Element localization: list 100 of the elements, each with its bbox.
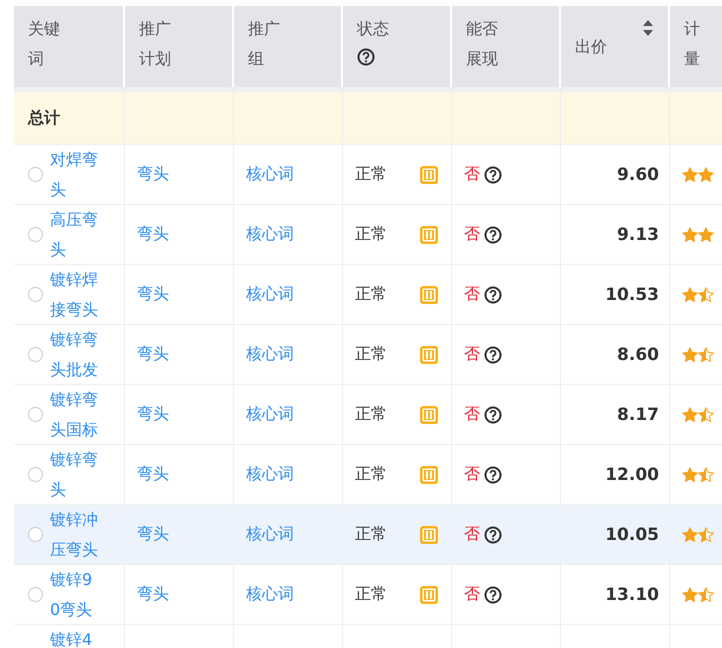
plan-link[interactable]: 弯头: [137, 584, 169, 605]
status-text: 正常: [355, 164, 387, 185]
plan-link[interactable]: 弯头: [137, 164, 169, 185]
help-icon[interactable]: [357, 48, 375, 66]
column-header: 出价: [575, 36, 608, 58]
status-text: 正常: [355, 404, 387, 425]
keyword-link[interactable]: 镀锌冲压弯头: [50, 504, 100, 564]
sort-icon[interactable]: [642, 18, 654, 38]
plan-link[interactable]: 弯头: [137, 284, 169, 305]
radio-button[interactable]: [28, 467, 43, 482]
pause-icon[interactable]: [419, 164, 439, 184]
table-row[interactable]: 镀锌冲压弯头 弯头 核心词 正常 否 10.05: [14, 505, 722, 565]
bid-price: 8.60: [617, 344, 659, 364]
bid-price: 12.00: [605, 464, 659, 484]
help-icon[interactable]: [484, 586, 502, 604]
table-row[interactable]: 镀锌弯头国标 弯头 核心词 正常 否 8.17: [14, 385, 722, 445]
column-header: 词: [28, 48, 45, 70]
pause-icon[interactable]: [419, 464, 439, 484]
display-status: 否: [464, 284, 480, 305]
help-icon[interactable]: [484, 406, 502, 424]
status-text: 正常: [355, 344, 387, 365]
table-row[interactable]: 镀锌弯头批发 弯头 核心词 正常 否 8.60: [14, 325, 722, 385]
bid-price: 10.53: [605, 284, 659, 304]
display-status: 否: [464, 464, 480, 485]
radio-button[interactable]: [28, 227, 43, 242]
plan-link[interactable]: 弯头: [137, 404, 169, 425]
pause-icon[interactable]: [419, 284, 439, 304]
bid-price: 9.13: [617, 224, 659, 244]
column-header: 计: [684, 18, 701, 40]
table-row[interactable]: 镀锌90弯头 弯头 核心词 正常 否 13.10: [14, 565, 722, 625]
display-status: 否: [464, 344, 480, 365]
radio-button[interactable]: [28, 347, 43, 362]
group-link[interactable]: 核心词: [246, 464, 294, 485]
half-star-icon: [698, 586, 714, 602]
radio-button[interactable]: [28, 527, 43, 542]
group-link[interactable]: 核心词: [246, 524, 294, 545]
table-row[interactable]: 高压弯头 弯头 核心词 正常 否 9.13: [14, 205, 722, 265]
radio-button[interactable]: [28, 587, 43, 602]
group-link[interactable]: 核心词: [246, 404, 294, 425]
keyword-link[interactable]: 镀锌弯头国标: [50, 384, 100, 444]
radio-button[interactable]: [28, 287, 43, 302]
pause-icon[interactable]: [419, 524, 439, 544]
status-text: 正常: [355, 284, 387, 305]
plan-link[interactable]: 弯头: [137, 464, 169, 485]
keyword-link[interactable]: 高压弯头: [50, 204, 100, 264]
display-status: 否: [464, 224, 480, 245]
radio-button[interactable]: [28, 407, 43, 422]
display-status: 否: [464, 524, 480, 545]
group-link[interactable]: 核心词: [246, 584, 294, 605]
pause-icon[interactable]: [419, 404, 439, 424]
pause-icon[interactable]: [419, 344, 439, 364]
help-icon[interactable]: [484, 226, 502, 244]
half-star-icon: [698, 526, 714, 542]
pause-icon[interactable]: [419, 584, 439, 604]
group-link[interactable]: 核心词: [246, 164, 294, 185]
keyword-link[interactable]: 镀锌90弯头: [50, 564, 100, 624]
help-icon[interactable]: [484, 166, 502, 184]
status-text: 正常: [355, 464, 387, 485]
keyword-link[interactable]: 镀锌4: [50, 625, 100, 648]
keyword-link[interactable]: 镀锌弯头: [50, 444, 100, 504]
star-icon: [682, 166, 698, 182]
column-header: 展现: [466, 48, 499, 70]
group-link[interactable]: 核心词: [246, 224, 294, 245]
display-status: 否: [464, 164, 480, 185]
help-icon[interactable]: [484, 346, 502, 364]
table-row[interactable]: 对焊弯头 弯头 核心词 正常 否 9.60: [14, 145, 722, 205]
bid-price: 9.60: [617, 164, 659, 184]
keyword-link[interactable]: 镀锌弯头批发: [50, 324, 100, 384]
bid-price: 10.05: [605, 524, 659, 544]
pause-icon[interactable]: [419, 224, 439, 244]
plan-link[interactable]: 弯头: [137, 524, 169, 545]
keyword-link[interactable]: 镀锌焊接弯头: [50, 264, 100, 324]
column-header: 关键: [28, 18, 61, 40]
help-icon[interactable]: [484, 286, 502, 304]
help-icon[interactable]: [484, 466, 502, 484]
help-icon[interactable]: [484, 526, 502, 544]
radio-button[interactable]: [28, 167, 43, 182]
keyword-link[interactable]: 对焊弯头: [50, 144, 100, 204]
half-star-icon: [698, 346, 714, 362]
star-icon: [698, 226, 714, 242]
half-star-icon: [698, 406, 714, 422]
bid-price: 8.17: [617, 404, 659, 424]
column-header: 状态: [357, 18, 390, 40]
plan-link[interactable]: 弯头: [137, 344, 169, 365]
half-star-icon: [698, 466, 714, 482]
display-status: 否: [464, 584, 480, 605]
group-link[interactable]: 核心词: [246, 344, 294, 365]
column-header: 推广: [139, 18, 172, 40]
star-icon: [698, 166, 714, 182]
plan-link[interactable]: 弯头: [137, 224, 169, 245]
column-header: 量: [684, 48, 701, 70]
table-row[interactable]: 镀锌弯头 弯头 核心词 正常 否 12.00: [14, 445, 722, 505]
half-star-icon: [698, 286, 714, 302]
display-status: 否: [464, 404, 480, 425]
bid-price: 13.10: [605, 584, 659, 604]
group-link[interactable]: 核心词: [246, 284, 294, 305]
table-row[interactable]: 镀锌焊接弯头 弯头 核心词 正常 否 10.53: [14, 265, 722, 325]
column-header: 计划: [139, 48, 172, 70]
status-text: 正常: [355, 524, 387, 545]
column-header: 能否: [466, 18, 499, 40]
